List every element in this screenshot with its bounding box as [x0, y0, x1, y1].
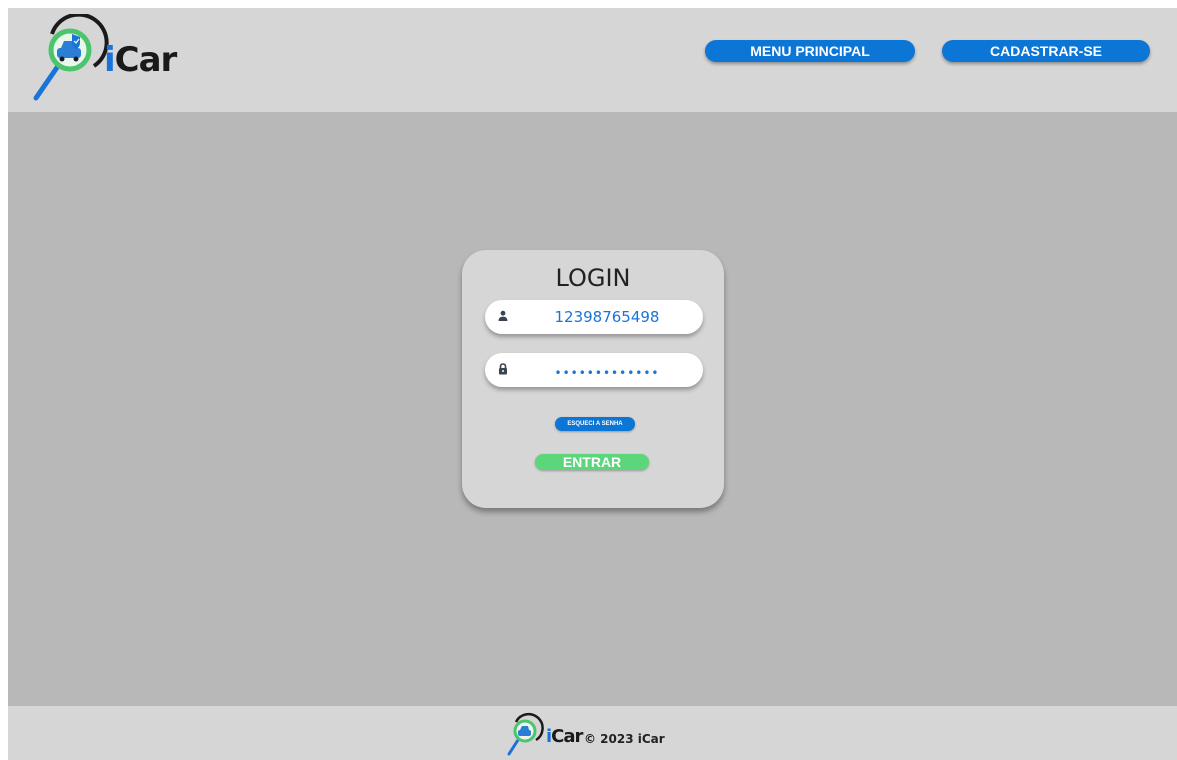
brand-rest: Car — [114, 40, 178, 80]
enter-button[interactable]: ENTRAR — [535, 454, 649, 470]
login-card: LOGIN ••••••••••••• ESQUECI A SENHA ENTR… — [462, 250, 724, 508]
footer-brand-rest: Car — [551, 726, 583, 747]
brand-name: iCar — [104, 40, 178, 80]
username-input[interactable] — [521, 300, 693, 334]
footer-brand-name: iCar — [546, 726, 583, 747]
brand-i: i — [104, 40, 116, 80]
header: iCar MENU PRINCIPAL CADASTRAR-SE — [8, 8, 1177, 112]
menu-principal-button[interactable]: MENU PRINCIPAL — [705, 40, 915, 62]
password-field[interactable]: ••••••••••••• — [485, 353, 703, 387]
main-area: LOGIN ••••••••••••• ESQUECI A SENHA ENTR… — [8, 112, 1177, 706]
cadastrar-se-button[interactable]: CADASTRAR-SE — [942, 40, 1150, 62]
page: iCar MENU PRINCIPAL CADASTRAR-SE LOGIN •… — [8, 8, 1177, 760]
footer: iCar © 2023 iCar — [8, 706, 1177, 760]
footer-copyright: © 2023 iCar — [584, 732, 665, 746]
password-input[interactable]: ••••••••••••• — [521, 359, 693, 387]
username-field[interactable] — [485, 300, 703, 334]
forgot-password-button[interactable]: ESQUECI A SENHA — [555, 417, 635, 431]
lock-icon — [499, 363, 507, 375]
login-title: LOGIN — [555, 264, 631, 292]
user-icon — [498, 310, 508, 321]
